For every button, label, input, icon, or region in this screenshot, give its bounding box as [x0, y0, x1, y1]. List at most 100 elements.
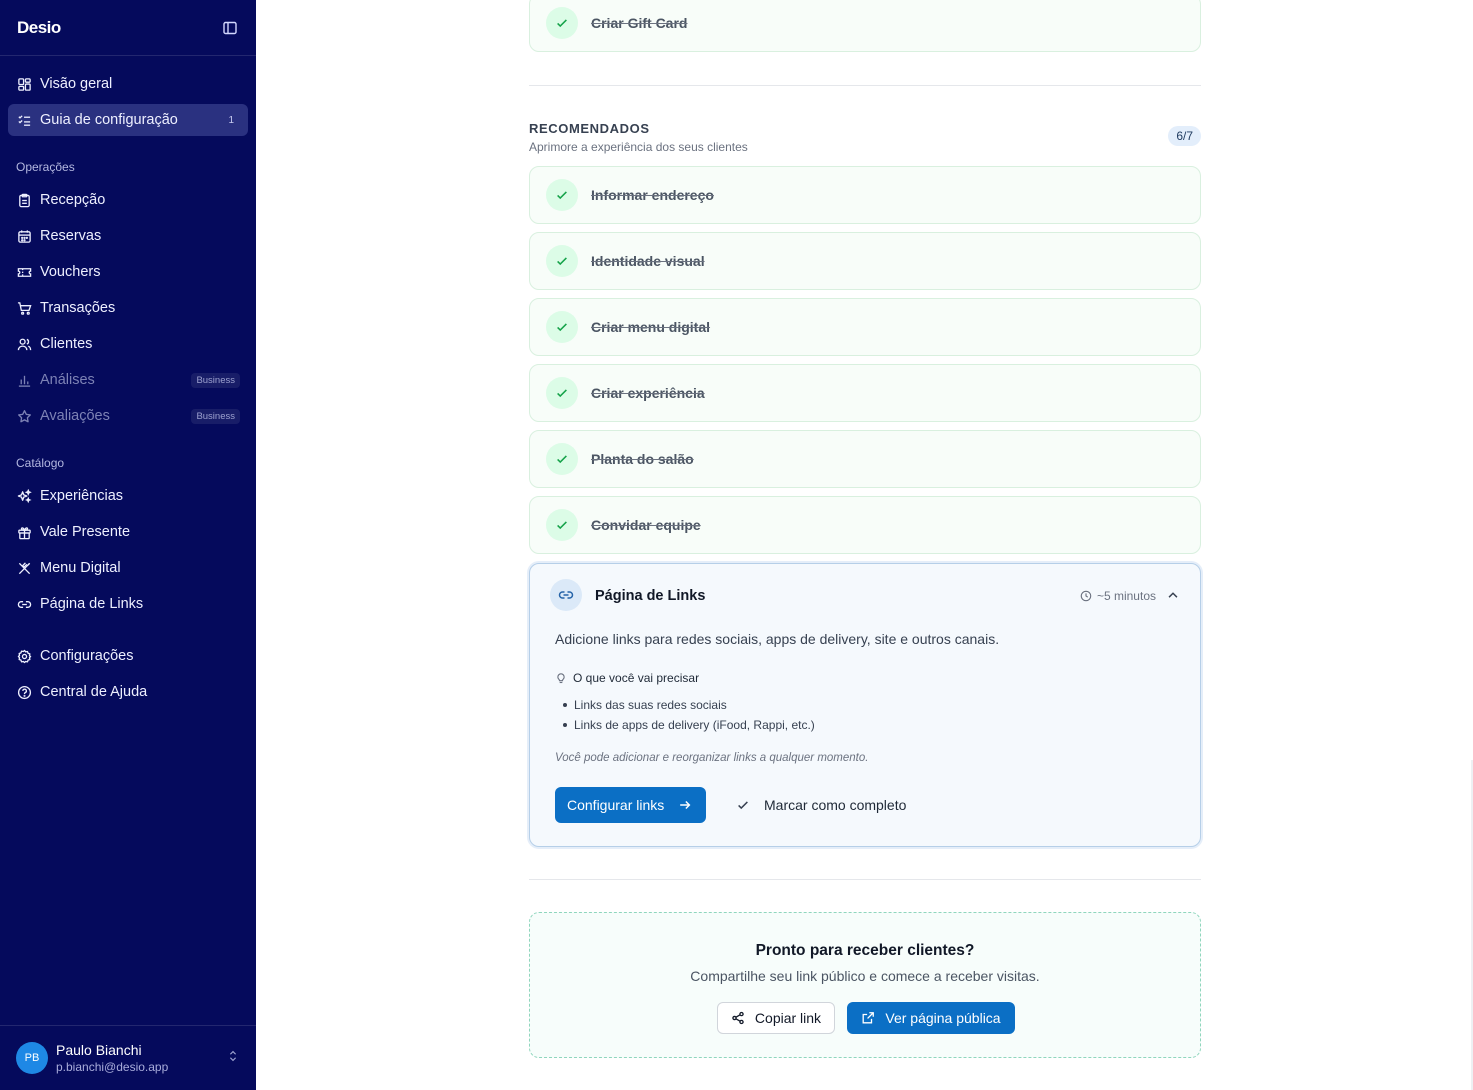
- user-email: p.bianchi@desio.app: [56, 1060, 169, 1074]
- brand-logo[interactable]: Desio: [17, 18, 61, 38]
- section-subtitle: Aprimore a experiência dos seus clientes: [529, 140, 748, 154]
- sidebar-item-label: Recepção: [40, 192, 106, 208]
- section-title: RECOMENDADOS: [529, 121, 650, 136]
- user-menu[interactable]: PB Paulo Bianchi p.bianchi@desio.app: [0, 1025, 256, 1090]
- sidebar-item-transacoes[interactable]: Transações: [8, 292, 248, 324]
- cta-subtitle: Compartilhe seu link público e comece a …: [690, 968, 1040, 984]
- ticket-icon: [16, 264, 32, 280]
- sidebar-item-label: Vouchers: [40, 264, 101, 280]
- sidebar-item-vale-presente[interactable]: Vale Presente: [8, 516, 248, 548]
- task-card-criar-gift-card[interactable]: Criar Gift Card: [529, 0, 1201, 52]
- section-divider: [529, 879, 1201, 880]
- user-name: Paulo Bianchi: [56, 1042, 142, 1058]
- sidebar-item-label: Página de Links: [40, 596, 144, 612]
- task-card-criar-experiencia[interactable]: Criar experiência: [529, 364, 1201, 422]
- check-icon: [546, 509, 578, 541]
- requirements-list: Links das suas redes sociais Links de ap…: [563, 695, 815, 735]
- section-divider: [529, 85, 1201, 86]
- clock-icon: [1080, 590, 1092, 602]
- gear-icon: [16, 648, 32, 664]
- sidebar-item-pagina-de-links[interactable]: Página de Links: [8, 588, 248, 620]
- check-icon: [738, 801, 748, 810]
- utensils-icon: [16, 560, 32, 576]
- share-icon: [732, 1011, 744, 1025]
- link-icon: [16, 596, 32, 612]
- arrow-right-icon: [680, 800, 691, 810]
- sidebar-item-avaliacoes[interactable]: Avaliações Business: [8, 400, 248, 432]
- cart-icon: [16, 300, 32, 316]
- sidebar-item-analises[interactable]: Análises Business: [8, 364, 248, 396]
- calendar-icon: [16, 228, 32, 244]
- task-note: Você pode adicionar e reorganizar links …: [555, 752, 869, 764]
- dashboard-icon: [16, 76, 32, 92]
- task-label: Convidar equipe: [591, 517, 701, 533]
- users-icon: [16, 336, 32, 352]
- configure-links-button[interactable]: Configurar links: [555, 787, 707, 823]
- sidebar-item-label: Avaliações: [40, 408, 110, 424]
- button-label: Ver página pública: [885, 1010, 1001, 1026]
- chart-icon: [16, 372, 32, 388]
- external-link-icon: [862, 1012, 875, 1024]
- task-title[interactable]: Página de Links: [595, 588, 705, 604]
- sidebar-item-label: Experiências: [40, 488, 124, 504]
- sidebar-item-menu-digital[interactable]: Menu Digital: [8, 552, 248, 584]
- nav-count-badge: 1: [228, 114, 234, 126]
- task-card-convidar-equipe[interactable]: Convidar equipe: [529, 496, 1201, 554]
- task-label: Criar experiência: [591, 385, 705, 401]
- brand-row: Desio: [0, 0, 256, 56]
- sidebar-item-label: Central de Ajuda: [40, 684, 148, 700]
- time-estimate-label: ~5 minutos: [1096, 589, 1156, 603]
- task-label: Criar menu digital: [591, 319, 711, 335]
- business-badge: Business: [191, 372, 240, 388]
- section-label-operacoes: Operações: [16, 160, 75, 174]
- task-label: Planta do salão: [591, 451, 694, 467]
- avatar: PB: [16, 1042, 48, 1074]
- link-icon: [550, 579, 582, 611]
- task-card-planta-do-salao[interactable]: Planta do salão: [529, 430, 1201, 488]
- checklist-icon: [16, 112, 32, 128]
- sidebar-item-recepcao[interactable]: Recepção: [8, 184, 248, 216]
- task-card-informar-endereco[interactable]: Informar endereço: [529, 166, 1201, 224]
- sidebar-item-guia-de-configuracao[interactable]: Guia de configuração 1: [8, 104, 248, 136]
- sidebar-item-vouchers[interactable]: Vouchers: [8, 256, 248, 288]
- sidebar-item-clientes[interactable]: Clientes: [8, 328, 248, 360]
- sidebar-item-label: Análises: [40, 372, 95, 388]
- sidebar-item-reservas[interactable]: Reservas: [8, 220, 248, 252]
- sidebar-item-label: Guia de configuração: [40, 112, 178, 128]
- mark-complete-button[interactable]: Marcar como completo: [736, 787, 906, 823]
- sidebar: Desio Visão geral Guia de configuração 1…: [0, 0, 256, 1090]
- sidebar-item-label: Reservas: [40, 228, 102, 244]
- check-icon: [546, 311, 578, 343]
- task-label: Informar endereço: [591, 187, 714, 203]
- sidebar-item-label: Clientes: [40, 336, 93, 352]
- list-item: Links das suas redes sociais: [563, 695, 815, 715]
- gift-icon: [16, 524, 32, 540]
- progress-badge: 6/7: [1168, 126, 1201, 146]
- copy-link-button[interactable]: Copiar link: [717, 1002, 835, 1034]
- cta-title: Pronto para receber clientes?: [755, 942, 975, 959]
- lightbulb-icon: [557, 673, 565, 684]
- check-icon: [546, 245, 578, 277]
- task-card-criar-menu-digital[interactable]: Criar menu digital: [529, 298, 1201, 356]
- sidebar-item-configuracoes[interactable]: Configurações: [8, 640, 248, 672]
- sidebar-item-label: Visão geral: [40, 76, 113, 92]
- sidebar-item-central-de-ajuda[interactable]: Central de Ajuda: [8, 676, 248, 708]
- sidebar-item-label: Vale Presente: [40, 524, 131, 540]
- sidebar-toggle-icon[interactable]: [220, 18, 240, 38]
- chevron-up-down-icon: [226, 1049, 240, 1068]
- check-icon: [546, 7, 578, 39]
- task-card-pagina-de-links-expanded: Página de Links ~5 minutos Adicione link…: [529, 563, 1201, 847]
- task-card-identidade-visual[interactable]: Identidade visual: [529, 232, 1201, 290]
- check-icon: [546, 179, 578, 211]
- task-label: Criar Gift Card: [591, 15, 688, 31]
- requirements-title: O que você vai precisar: [573, 671, 700, 685]
- task-description: Adicione links para redes sociais, apps …: [555, 631, 1000, 647]
- clipboard-icon: [16, 192, 32, 208]
- view-public-page-button[interactable]: Ver página pública: [847, 1002, 1015, 1034]
- chevron-up-icon[interactable]: [1166, 588, 1180, 607]
- button-label: Configurar links: [567, 797, 665, 813]
- sidebar-item-visao-geral[interactable]: Visão geral: [8, 68, 248, 100]
- business-badge: Business: [191, 408, 240, 424]
- sidebar-item-experiencias[interactable]: Experiências: [8, 480, 248, 512]
